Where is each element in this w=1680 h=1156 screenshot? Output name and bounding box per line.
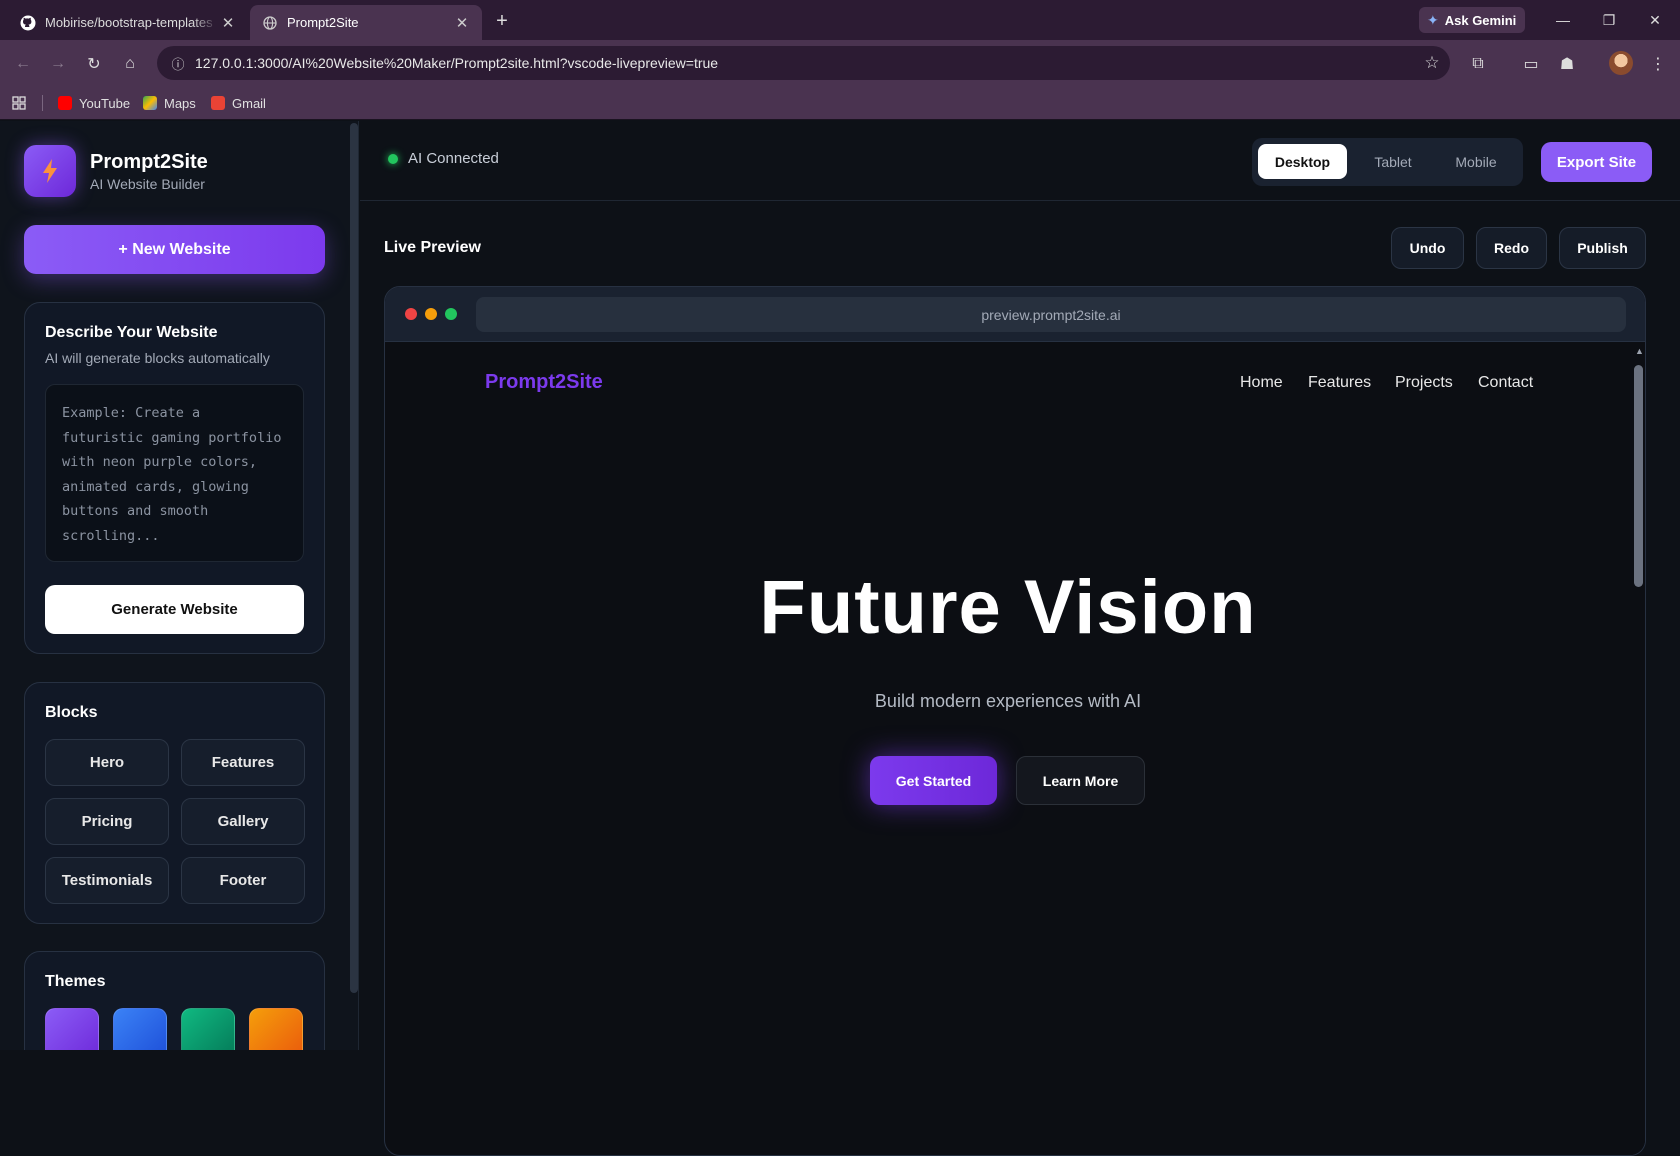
blocks-card: Blocks Hero Features Pricing Gallery Tes… xyxy=(24,682,325,924)
home-icon[interactable]: ⌂ xyxy=(117,51,143,77)
themes-title: Themes xyxy=(45,973,106,990)
device-desktop-button[interactable]: Desktop xyxy=(1258,144,1347,179)
preview-frame: preview.prompt2site.ai Prompt2Site Home … xyxy=(384,286,1646,1156)
block-testimonials-button[interactable]: Testimonials xyxy=(45,857,169,904)
site-nav-home[interactable]: Home xyxy=(1240,374,1283,392)
gemini-sparkle-icon: ✦ xyxy=(1427,11,1439,28)
live-preview-title: Live Preview xyxy=(384,239,481,256)
brand-subtitle: AI Website Builder xyxy=(90,175,205,192)
tab-title: Prompt2Site xyxy=(287,15,359,30)
block-hero-button[interactable]: Hero xyxy=(45,739,169,786)
restore-icon[interactable]: ❐ xyxy=(1594,8,1624,32)
url-text: 127.0.0.1:3000/AI%20Website%20Maker/Prom… xyxy=(195,55,719,71)
brand: Prompt2Site AI Website Builder xyxy=(24,145,208,197)
ask-gemini-button[interactable]: ✦ Ask Gemini xyxy=(1419,7,1525,33)
scroll-up-arrow-icon[interactable]: ▲ xyxy=(1635,346,1644,356)
hero-subtitle: Build modern experiences with AI xyxy=(874,691,1142,711)
minimize-icon[interactable]: — xyxy=(1548,8,1578,32)
brand-name: Prompt2Site xyxy=(90,150,208,173)
export-site-button[interactable]: Export Site xyxy=(1541,142,1652,182)
preview-url: preview.prompt2site.ai xyxy=(476,297,1626,332)
bookmark-label: YouTube xyxy=(79,95,131,111)
preview-scroll-thumb[interactable] xyxy=(1634,365,1643,587)
globe-icon xyxy=(262,15,278,31)
hero-title: Future Vision xyxy=(759,565,1257,650)
sidebar: Prompt2Site AI Website Builder + New Web… xyxy=(0,121,359,1050)
window-close-dot-icon xyxy=(405,308,417,320)
publish-button[interactable]: Publish xyxy=(1559,227,1646,269)
learn-more-button[interactable]: Learn More xyxy=(1016,756,1145,805)
bookmark-maps[interactable]: Maps xyxy=(143,86,196,120)
maps-icon xyxy=(143,96,157,110)
new-tab-icon[interactable]: + xyxy=(490,9,514,33)
ask-gemini-label: Ask Gemini xyxy=(1444,12,1517,28)
redo-button[interactable]: Redo xyxy=(1476,227,1547,269)
status-text: AI Connected xyxy=(408,150,499,167)
sidebar-scrollbar[interactable] xyxy=(350,123,358,993)
back-icon[interactable]: ← xyxy=(10,51,36,77)
block-footer-button[interactable]: Footer xyxy=(181,857,305,904)
lightning-bolt-icon xyxy=(24,145,76,197)
block-gallery-button[interactable]: Gallery xyxy=(181,798,305,845)
theme-swatch-orange[interactable] xyxy=(249,1008,303,1050)
incognito-icon[interactable]: ☗ xyxy=(1554,51,1580,77)
tab-prompt2site[interactable]: Prompt2Site ✕ xyxy=(250,5,482,40)
side-panel-icon[interactable]: ▭ xyxy=(1518,51,1544,77)
menu-kebab-icon[interactable]: ⋮ xyxy=(1645,51,1671,77)
youtube-icon xyxy=(58,96,72,110)
reload-icon[interactable]: ↻ xyxy=(81,51,107,77)
window-maximize-dot-icon xyxy=(445,308,457,320)
bookmark-gmail[interactable]: Gmail xyxy=(211,86,266,120)
main-topbar: AI Connected Desktop Tablet Mobile Expor… xyxy=(360,121,1680,201)
profile-avatar[interactable] xyxy=(1609,51,1633,75)
theme-swatch-green[interactable] xyxy=(181,1008,235,1050)
get-started-button[interactable]: Get Started xyxy=(870,756,997,805)
close-window-icon[interactable]: ✕ xyxy=(1640,8,1670,32)
new-website-button[interactable]: + New Website xyxy=(24,225,325,274)
app: Prompt2Site AI Website Builder + New Web… xyxy=(0,121,1680,1156)
prompt-textarea[interactable]: Example: Create a futuristic gaming port… xyxy=(45,384,304,562)
device-toggle: Desktop Tablet Mobile xyxy=(1252,138,1523,186)
block-features-button[interactable]: Features xyxy=(181,739,305,786)
describe-card: Describe Your Website AI will generate b… xyxy=(24,302,325,654)
generate-website-button[interactable]: Generate Website xyxy=(45,585,304,634)
browser-tab-bar: Mobirise/bootstrap-templates ✕ Prompt2Si… xyxy=(0,0,1680,40)
forward-icon[interactable]: → xyxy=(45,51,71,77)
block-pricing-button[interactable]: Pricing xyxy=(45,798,169,845)
status-dot-icon xyxy=(388,153,398,164)
tab-title: Mobirise/bootstrap-templates xyxy=(45,15,213,30)
bookmark-label: Maps xyxy=(164,95,196,111)
blocks-title: Blocks xyxy=(45,704,98,721)
device-tablet-button[interactable]: Tablet xyxy=(1353,144,1433,179)
gmail-icon xyxy=(211,96,225,110)
address-bar[interactable]: ⓘ 127.0.0.1:3000/AI%20Website%20Maker/Pr… xyxy=(157,46,1450,80)
describe-title: Describe Your Website xyxy=(45,324,218,341)
bookmark-youtube[interactable]: YouTube xyxy=(58,86,130,120)
theme-swatch-purple[interactable] xyxy=(45,1008,99,1050)
site-logo[interactable]: Prompt2Site xyxy=(485,371,603,394)
preview-window-bar: preview.prompt2site.ai xyxy=(385,287,1645,342)
device-mobile-button[interactable]: Mobile xyxy=(1435,144,1517,179)
describe-subtitle: AI will generate blocks automatically xyxy=(45,350,270,366)
tab-github[interactable]: Mobirise/bootstrap-templates ✕ xyxy=(8,5,248,40)
site-nav-features[interactable]: Features xyxy=(1308,374,1371,392)
site-nav-projects[interactable]: Projects xyxy=(1395,374,1453,392)
undo-button[interactable]: Undo xyxy=(1391,227,1464,269)
bookmark-star-icon[interactable]: ☆ xyxy=(1414,53,1450,73)
theme-swatch-blue[interactable] xyxy=(113,1008,167,1050)
close-tab-icon[interactable]: ✕ xyxy=(452,13,472,33)
browser-toolbar: ← → ↻ ⌂ ⓘ 127.0.0.1:3000/AI%20Website%20… xyxy=(0,40,1680,86)
extensions-icon[interactable]: ⧉ xyxy=(1465,51,1491,77)
close-tab-icon[interactable]: ✕ xyxy=(218,13,238,33)
bookmarks-bar: YouTube Maps Gmail xyxy=(0,86,1680,120)
github-icon xyxy=(20,15,36,31)
site-info-icon[interactable]: ⓘ xyxy=(161,54,195,73)
connection-status: AI Connected xyxy=(388,150,499,167)
bookmark-label: Gmail xyxy=(232,95,266,111)
themes-card: Themes xyxy=(24,951,325,1050)
apps-grid-icon[interactable] xyxy=(12,86,26,120)
site-nav-contact[interactable]: Contact xyxy=(1478,374,1533,392)
window-minimize-dot-icon xyxy=(425,308,437,320)
